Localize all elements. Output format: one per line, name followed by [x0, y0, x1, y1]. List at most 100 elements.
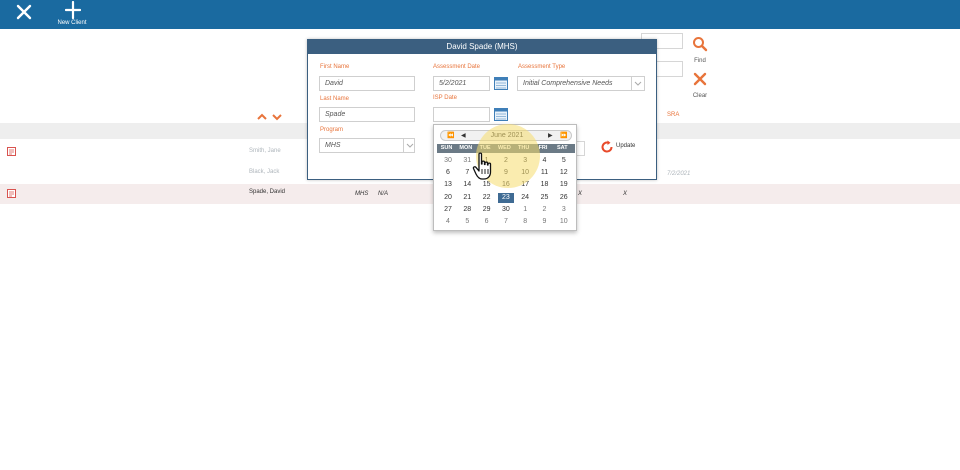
top-toolbar: New Client — [0, 0, 960, 29]
calendar-day[interactable]: 30 — [440, 156, 456, 166]
clear-button[interactable]: Clear — [685, 71, 715, 99]
assessment-date-field[interactable]: 5/2/2021 — [433, 76, 490, 91]
plus-icon — [65, 1, 81, 19]
prev-month-button[interactable]: ◀ — [461, 132, 466, 139]
calendar-day[interactable]: 12 — [556, 168, 572, 178]
refresh-icon — [601, 140, 613, 153]
calendar-day[interactable]: 6 — [479, 217, 495, 227]
close-button[interactable] — [13, 2, 35, 24]
calendar-day[interactable]: 28 — [459, 205, 475, 215]
calendar-day[interactable]: 5 — [556, 156, 572, 166]
next-year-button[interactable]: ⏩ — [560, 132, 567, 139]
calendar-day[interactable]: 3 — [517, 156, 533, 166]
weekday-label: TUE — [479, 145, 491, 151]
calendar-day[interactable]: 31 — [459, 156, 475, 166]
last-name-label: Last Name — [320, 96, 350, 102]
calendar-day[interactable]: 5 — [459, 217, 475, 227]
assessment-type-select-arrow[interactable] — [631, 76, 643, 91]
weekday-label: SAT — [557, 145, 568, 151]
new-client-button[interactable]: New Client — [54, 0, 90, 29]
calendar-day[interactable]: 8 — [517, 217, 533, 227]
calendar-icon[interactable] — [494, 77, 508, 90]
new-client-label: New Client — [57, 20, 87, 26]
dialog-title: David Spade (MHS) — [308, 40, 656, 54]
calendar-day[interactable]: 18 — [537, 180, 553, 190]
isp-date-label: ISP Date — [433, 95, 457, 101]
calendar-icon[interactable] — [494, 108, 508, 121]
first-name-field[interactable]: David — [319, 76, 415, 91]
calendar-day[interactable]: 30 — [498, 205, 514, 215]
pdf-icon[interactable] — [7, 189, 16, 198]
program-select[interactable]: MHS — [319, 138, 415, 153]
program-label: Program — [320, 127, 344, 133]
calendar-day[interactable]: 23 — [497, 192, 514, 203]
calendar-day[interactable]: 9 — [498, 168, 514, 178]
next-month-button[interactable]: ▶ — [548, 132, 553, 139]
calendar-day[interactable]: 21 — [459, 193, 475, 203]
update-button[interactable]: Update — [600, 140, 640, 153]
calendar-day[interactable]: 2 — [537, 205, 553, 215]
prev-year-button[interactable]: ⏪ — [447, 132, 454, 139]
clear-icon — [693, 72, 707, 86]
calendar-day[interactable]: 22 — [479, 193, 495, 203]
calendar-day[interactable]: 10 — [556, 217, 572, 227]
weekday-label: MON — [459, 145, 473, 151]
sort-down-icon[interactable] — [271, 112, 283, 122]
column-header-sra[interactable]: SRA — [667, 112, 679, 118]
client-program: MHS — [355, 191, 369, 197]
calendar-day[interactable]: 10 — [517, 168, 533, 178]
find-button[interactable]: Find — [685, 36, 715, 64]
calendar-day[interactable]: 7 — [459, 168, 475, 178]
calendar-day[interactable]: 17 — [517, 180, 533, 190]
calendar-day[interactable]: 7 — [498, 217, 514, 227]
calendar-day[interactable]: 13 — [440, 180, 456, 190]
app-window: New Client Find Clear SRA Smith, Jane Bl… — [0, 0, 960, 470]
calendar-day[interactable]: 27 — [440, 205, 456, 215]
chevron-down-icon — [406, 143, 414, 148]
assessment-type-label: Assessment Type — [518, 64, 566, 70]
first-name-label: First Name — [320, 64, 350, 70]
assessment-type-select[interactable]: Initial Comprehensive Needs — [517, 76, 645, 91]
find-label: Find — [694, 58, 706, 64]
calendar-day[interactable]: 4 — [440, 217, 456, 227]
pdf-icon[interactable] — [7, 147, 16, 156]
sort-up-icon[interactable] — [256, 112, 268, 122]
calendar-day[interactable]: 25 — [537, 193, 553, 203]
calendar-day[interactable]: 19 — [556, 180, 572, 190]
datepicker-month-label[interactable]: June 2021 — [481, 132, 533, 139]
datepicker-header: ⏪ ◀ June 2021 ▶ ⏩ — [440, 130, 572, 141]
client-mark: X — [578, 191, 583, 197]
client-name: Smith, Jane — [249, 148, 281, 154]
last-name-field[interactable]: Spade — [319, 107, 415, 122]
calendar-day[interactable]: 26 — [556, 193, 572, 203]
calendar-day[interactable]: 6 — [440, 168, 456, 178]
program-select-arrow[interactable] — [403, 138, 415, 153]
datepicker-weekday-row: SUN MON TUE WED THU FRI SAT — [437, 144, 575, 153]
isp-date-field[interactable] — [433, 107, 490, 122]
client-name: Spade, David — [249, 189, 286, 195]
calendar-day[interactable]: 20 — [440, 193, 456, 203]
calendar-day[interactable]: 29 — [479, 205, 495, 215]
calendar-day[interactable]: 8 — [479, 168, 495, 178]
calendar-day[interactable]: 11 — [537, 168, 553, 178]
update-label: Update — [616, 143, 636, 149]
calendar-day[interactable]: 24 — [517, 193, 533, 203]
calendar-day[interactable]: 15 — [479, 180, 495, 190]
datepicker-popup: ⏪ ◀ June 2021 ▶ ⏩ SUN MON TUE WED THU FRI SAT … — [433, 124, 577, 231]
calendar-day[interactable]: 4 — [537, 156, 553, 166]
client-name: Black, Jack — [249, 169, 280, 175]
calendar-day[interactable]: 3 — [556, 205, 572, 215]
client-date: 7/2/2021 — [667, 171, 691, 177]
client-mark: X — [623, 191, 628, 197]
calendar-day[interactable]: 1 — [517, 205, 533, 215]
weekday-label: SUN — [440, 145, 453, 151]
weekday-label: FRI — [538, 145, 548, 151]
client-isp: N/A — [378, 191, 389, 197]
calendar-day[interactable]: 1 — [479, 156, 495, 166]
calendar-day[interactable]: 16 — [498, 180, 514, 190]
calendar-day[interactable]: 14 — [459, 180, 475, 190]
chevron-down-icon — [634, 81, 642, 86]
calendar-day[interactable]: 2 — [498, 156, 514, 166]
weekday-label: WED — [497, 145, 511, 151]
calendar-day[interactable]: 9 — [537, 217, 553, 227]
